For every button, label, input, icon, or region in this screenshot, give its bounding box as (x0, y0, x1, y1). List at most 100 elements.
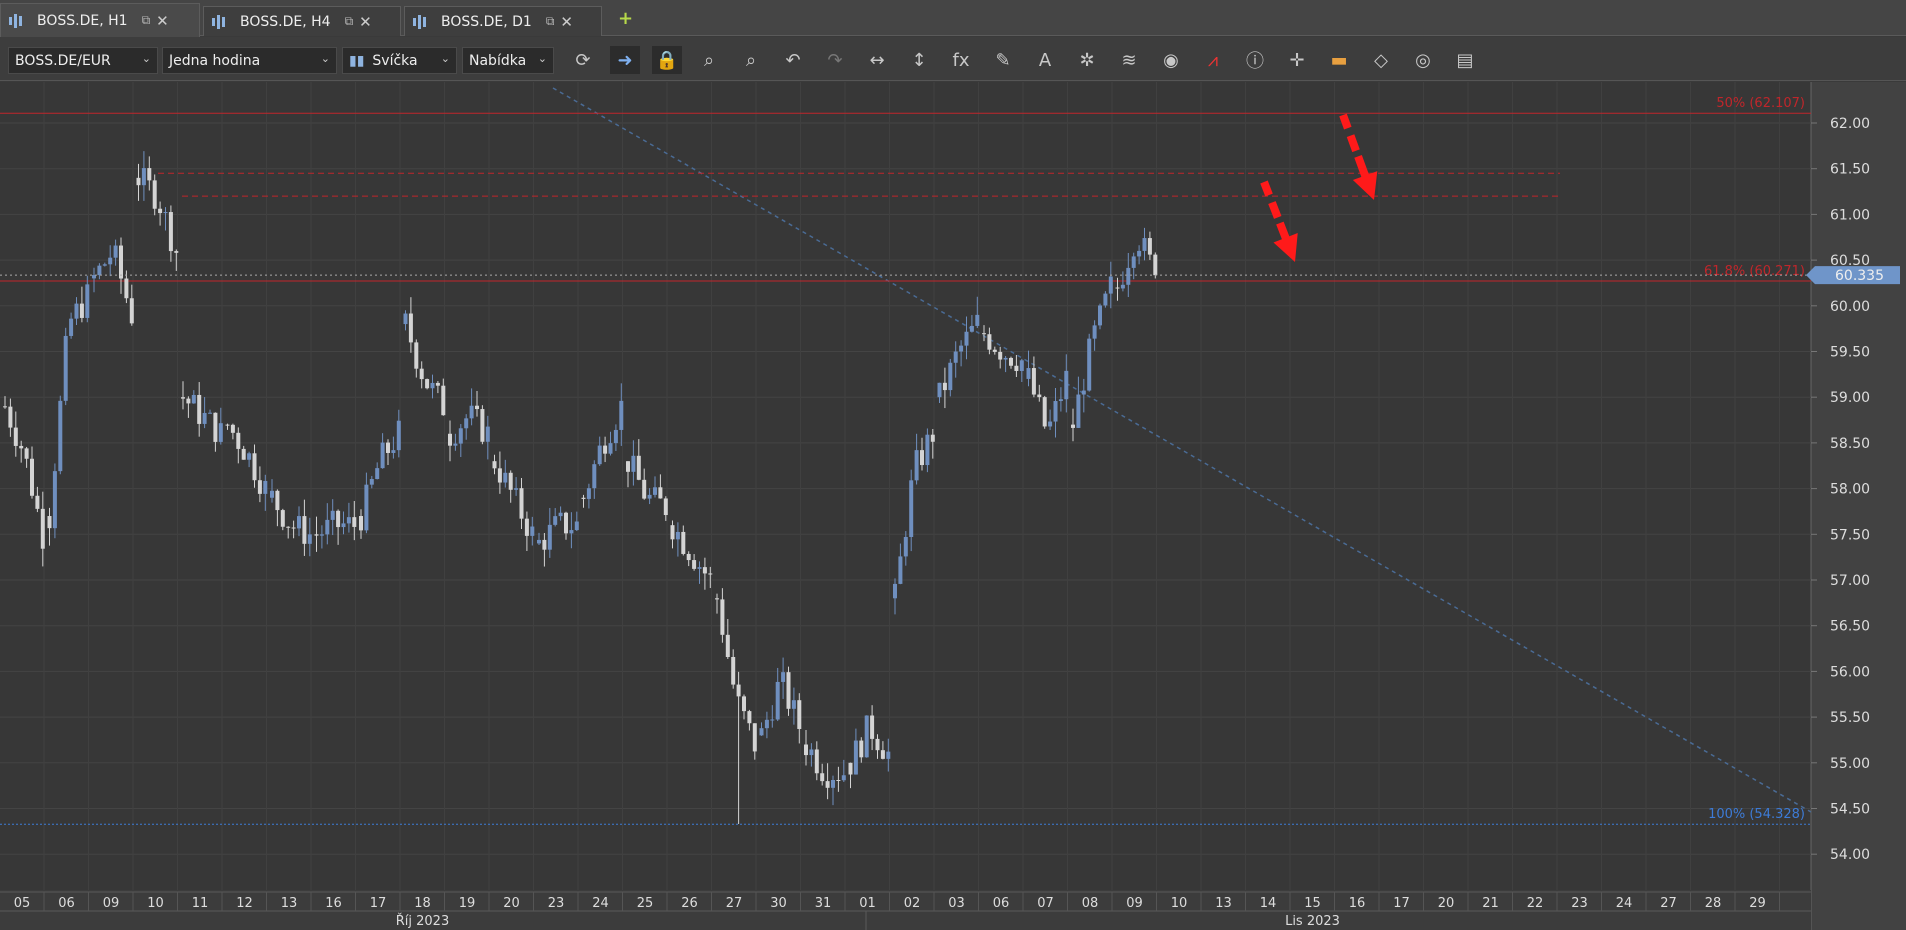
zoom-box-icon[interactable]: ⌕ (736, 46, 766, 74)
vertical-scale-icon[interactable]: ↕ (904, 46, 934, 74)
chart-type-select[interactable]: ▮▮ Svíčka ⌄ (342, 47, 457, 74)
eye-icon[interactable]: ◉ (1156, 46, 1186, 74)
lock-icon[interactable]: 🔒 (652, 46, 682, 74)
candle-body (236, 432, 241, 449)
candle-body (820, 773, 825, 782)
horizontal-scale-icon[interactable]: ↔ (862, 46, 892, 74)
save-icon[interactable]: ▤ (1450, 46, 1480, 74)
candle-body (720, 599, 725, 635)
candle-body (747, 711, 752, 724)
autoscroll-icon[interactable]: ➜ (610, 46, 640, 74)
popout-icon[interactable]: ⧉ (142, 13, 151, 28)
candle-body (52, 471, 57, 529)
candle-body (435, 382, 440, 386)
x-tick-label: 15 (1304, 896, 1321, 911)
candle-body (736, 684, 741, 697)
candle-body (558, 512, 563, 517)
candle-body (485, 426, 490, 442)
close-icon[interactable]: ✕ (156, 12, 169, 30)
add-chart-icon[interactable]: + (618, 8, 638, 29)
x-tick-label: 09 (103, 896, 120, 911)
x-tick-label: 01 (859, 896, 876, 911)
candle-body (113, 245, 118, 258)
popout-icon[interactable]: ⧉ (345, 14, 354, 29)
month-label: Říj 2023 (396, 913, 449, 929)
candle-body (69, 318, 74, 336)
candle-body (530, 526, 535, 536)
candles-icon (212, 14, 228, 29)
x-tick-label: 30 (770, 896, 787, 911)
candle-body (853, 740, 858, 775)
zoom-in-icon[interactable]: ⌕ (694, 46, 724, 74)
candle-body (775, 681, 780, 720)
candle-body (831, 780, 835, 788)
paint-bucket-icon[interactable]: ◇ (1366, 46, 1396, 74)
candle-body (880, 750, 885, 759)
current-price-label: 60.335 (1835, 268, 1884, 284)
x-tick-label: 06 (993, 896, 1010, 911)
candle-body (414, 342, 419, 369)
refresh-icon[interactable]: ⟳ (568, 46, 598, 74)
x-tick-label: 28 (1705, 896, 1722, 911)
candle-body (781, 672, 786, 682)
candle-body (1031, 368, 1036, 395)
redo-icon[interactable]: ↷ (820, 46, 850, 74)
undo-icon[interactable]: ↶ (778, 46, 808, 74)
candle-body (597, 445, 602, 465)
symbol-select[interactable]: BOSS.DE/EUR ⌄ (8, 47, 158, 74)
candle-body (47, 516, 52, 529)
aperture-icon[interactable]: ◎ (1408, 46, 1438, 74)
candle-body (257, 480, 262, 494)
candle-body (663, 498, 668, 516)
candle-body (359, 516, 363, 531)
close-icon[interactable]: ✕ (359, 13, 372, 31)
candle-body (469, 405, 474, 419)
candle-body (74, 303, 79, 319)
candle-body (547, 524, 552, 550)
candle-body (809, 749, 814, 756)
compass-icon[interactable]: A (1030, 46, 1060, 74)
candle-body (653, 487, 657, 495)
tab-bar: BOSS.DE, H1 ⧉ ✕ BOSS.DE, H4 ⧉ ✕ BOSS.DE, D… (0, 0, 1906, 37)
candle-body (319, 534, 324, 536)
chevron-down-icon: ⌄ (440, 52, 450, 65)
popout-icon[interactable]: ⧉ (546, 14, 555, 29)
timeframe-select[interactable]: Jedna hodina ⌄ (162, 47, 337, 74)
candle-body (152, 180, 157, 209)
candle-body (430, 382, 435, 389)
candle-body (181, 397, 185, 399)
tab-boss-h1[interactable]: BOSS.DE, H1 ⧉ ✕ (0, 3, 200, 37)
candle-body (1026, 368, 1031, 379)
layers-icon[interactable]: ≋ (1114, 46, 1144, 74)
y-tick-label: 55.00 (1830, 756, 1870, 772)
close-icon[interactable]: ✕ (560, 13, 573, 31)
candle-body (670, 525, 675, 540)
candle-body (213, 412, 218, 442)
candle-body (1098, 305, 1102, 326)
y-tick-label: 59.50 (1830, 345, 1870, 361)
candle-body (330, 510, 335, 520)
objects-icon[interactable]: ✲ (1072, 46, 1102, 74)
candle-body (369, 479, 374, 485)
chevron-down-icon: ⌄ (141, 52, 151, 65)
price-chart[interactable]: 54.00 54.50 55.00 55.50 56.00 56.50 57.00 57.50… (0, 82, 1906, 930)
candle-body (675, 531, 680, 540)
crosshair-icon[interactable]: ✛ (1282, 46, 1312, 74)
price-side-select[interactable]: Nabídka ⌄ (462, 47, 554, 74)
candle-body (569, 530, 574, 534)
y-tick-label: 56.00 (1830, 664, 1870, 680)
y-tick-label: 58.50 (1830, 436, 1870, 452)
pencil-icon[interactable]: ✎ (988, 46, 1018, 74)
fx-icon[interactable]: fx (946, 46, 976, 74)
candle-body (136, 177, 141, 186)
signal-icon[interactable]: ⩘ (1198, 46, 1228, 74)
info-icon[interactable]: ⓘ (1240, 46, 1270, 74)
candle-body (948, 362, 953, 391)
tab-label: BOSS.DE, H4 (240, 13, 331, 30)
color-bar-icon[interactable]: ▬ (1324, 46, 1354, 74)
tab-boss-h4[interactable]: BOSS.DE, H4 ⧉ ✕ (203, 6, 401, 36)
tab-boss-d1[interactable]: BOSS.DE, D1 ⧉ ✕ (404, 6, 602, 36)
candle-body (497, 468, 502, 483)
candle-body (786, 672, 791, 709)
chart-type-value: Svíčka (372, 52, 418, 69)
